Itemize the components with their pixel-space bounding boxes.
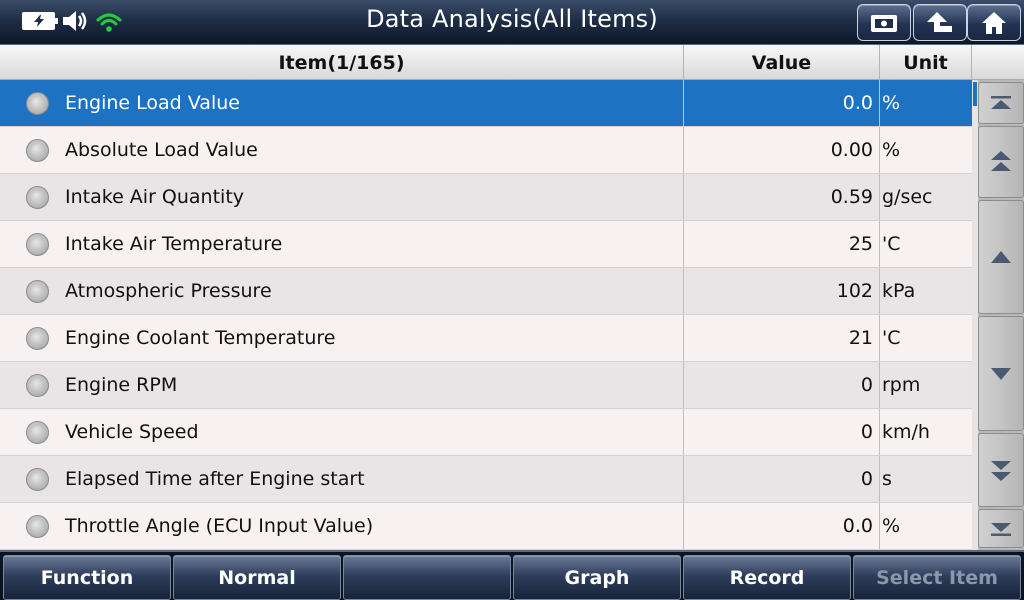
item-name: Engine Load Value <box>65 92 240 114</box>
line-down-button[interactable] <box>978 316 1024 431</box>
data-list: Engine Load Value 0.0% Absolute Load Value… <box>0 80 972 550</box>
table-row[interactable]: Engine RPM 0 rpm <box>0 362 972 409</box>
item-name: Vehicle Speed <box>65 421 199 443</box>
item-unit: kPa <box>882 280 916 302</box>
page-up-button[interactable] <box>978 126 1024 198</box>
item-name: Throttle Angle (ECU Input Value) <box>65 515 374 537</box>
item-cell: Vehicle Speed <box>0 409 684 455</box>
normal-button[interactable]: Normal <box>173 555 341 600</box>
scroll-top-button[interactable] <box>978 82 1024 124</box>
item-name: Atmospheric Pressure <box>65 280 272 302</box>
item-unit: % <box>882 92 901 114</box>
empty-button[interactable] <box>343 555 511 600</box>
scroll-bottom-icon <box>991 522 1011 536</box>
item-value: 0 <box>684 456 880 502</box>
home-button[interactable] <box>967 4 1021 41</box>
item-unit: 'C <box>882 233 901 255</box>
radio-button-icon[interactable] <box>26 280 49 303</box>
item-unit: rpm <box>882 374 921 396</box>
page-down-button[interactable] <box>978 433 1024 507</box>
item-value: 0.59 <box>684 174 880 220</box>
table-row[interactable]: Engine Coolant Temperature 21 'C <box>0 315 972 362</box>
column-header-value[interactable]: Value <box>684 45 880 80</box>
item-unit: s <box>882 468 892 490</box>
item-cell: Intake Air Temperature <box>0 221 684 267</box>
item-value: 0.00 <box>684 127 880 173</box>
item-unit: 'C <box>882 327 901 349</box>
item-cell: Intake Air Quantity <box>0 174 684 220</box>
item-value: 25 <box>684 221 880 267</box>
page-down-icon <box>991 461 1011 481</box>
table-row[interactable]: Engine Load Value 0.0% <box>0 80 972 127</box>
radio-button-icon[interactable] <box>26 515 49 538</box>
page-up-icon <box>991 151 1011 171</box>
item-name: Engine Coolant Temperature <box>65 327 336 349</box>
back-button[interactable] <box>913 4 967 41</box>
radio-button-icon[interactable] <box>26 327 49 350</box>
scroll-top-icon <box>991 96 1011 109</box>
radio-button-icon[interactable] <box>26 139 49 162</box>
item-cell: Engine Load Value <box>0 80 684 126</box>
item-cell: Engine RPM <box>0 362 684 408</box>
radio-button-icon[interactable] <box>26 233 49 256</box>
graph-button[interactable]: Graph <box>513 555 681 600</box>
table-row[interactable]: Elapsed Time after Engine start 0 s <box>0 456 972 503</box>
record-button[interactable]: Record <box>683 555 851 600</box>
item-cell: Engine Coolant Temperature <box>0 315 684 361</box>
item-name: Absolute Load Value <box>65 139 258 161</box>
item-unit: % <box>882 515 901 537</box>
radio-button-icon[interactable] <box>26 421 49 444</box>
title-bar: Data Analysis(All Items) <box>0 0 1024 45</box>
item-value: 21 <box>684 315 880 361</box>
item-value: 0 <box>684 409 880 455</box>
back-icon <box>927 11 952 32</box>
item-cell: Absolute Load Value <box>0 127 684 173</box>
item-unit: g/sec <box>882 186 933 208</box>
item-value: 0 <box>684 362 880 408</box>
table-header: Item(1/165) Value Unit <box>0 45 1024 80</box>
item-cell: Elapsed Time after Engine start <box>0 456 684 502</box>
function-button[interactable]: Function <box>3 555 171 600</box>
column-header-unit[interactable]: Unit <box>880 45 972 80</box>
line-up-icon <box>991 251 1011 263</box>
column-header-item[interactable]: Item(1/165) <box>0 45 684 80</box>
radio-button-icon[interactable] <box>26 92 49 115</box>
item-name: Engine RPM <box>65 374 178 396</box>
print-icon <box>871 14 897 32</box>
scroll-bottom-button[interactable] <box>978 509 1024 548</box>
table-row[interactable]: Vehicle Speed 0 km/h <box>0 409 972 456</box>
item-unit: % <box>882 139 901 161</box>
line-up-button[interactable] <box>978 200 1024 314</box>
radio-button-icon[interactable] <box>26 374 49 397</box>
item-cell: Atmospheric Pressure <box>0 268 684 314</box>
line-down-icon <box>991 367 1011 380</box>
item-value: 0.0 <box>684 80 880 126</box>
table-row[interactable]: Atmospheric Pressure 102 kPa <box>0 268 972 315</box>
radio-button-icon[interactable] <box>26 186 49 209</box>
radio-button-icon[interactable] <box>26 468 49 491</box>
table-row[interactable]: Intake Air Temperature 25 'C <box>0 221 972 268</box>
home-icon <box>982 11 1006 34</box>
item-value: 0.0 <box>684 503 880 549</box>
select-item-button[interactable]: Select Item <box>853 555 1021 600</box>
table-row[interactable]: Absolute Load Value 0.00% <box>0 127 972 174</box>
item-name: Intake Air Quantity <box>65 186 245 208</box>
scrollbar-thumb[interactable] <box>973 82 977 106</box>
item-cell: Throttle Angle (ECU Input Value) <box>0 503 684 549</box>
item-name: Elapsed Time after Engine start <box>65 468 365 490</box>
item-value: 102 <box>684 268 880 314</box>
bottom-toolbar: Function Normal Graph Record Select Item <box>0 550 1024 600</box>
print-button[interactable] <box>857 4 911 41</box>
item-name: Intake Air Temperature <box>65 233 283 255</box>
item-unit: km/h <box>882 421 930 443</box>
scroll-panel <box>972 80 1024 550</box>
table-row[interactable]: Throttle Angle (ECU Input Value) 0.0% <box>0 503 972 550</box>
table-row[interactable]: Intake Air Quantity 0.59 g/sec <box>0 174 972 221</box>
